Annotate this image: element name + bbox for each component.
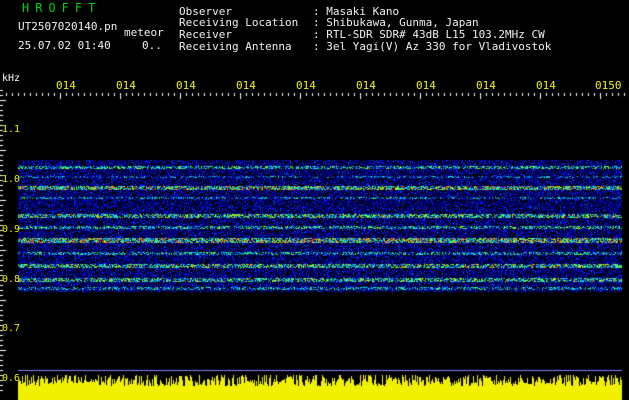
time-tick-label: 0150 (595, 79, 622, 92)
time-tick-label: 014 (56, 79, 76, 92)
time-tick-label: 014 (416, 79, 436, 92)
time-tick-label: 014 (236, 79, 256, 92)
spectrogram-window: HROFFT UT2507020140.pn meteor 25.07.02 0… (0, 0, 629, 400)
time-tick-label: 014 (356, 79, 376, 92)
file-name: UT2507020140.pn (18, 20, 118, 33)
freq-unit-label: kHz (2, 73, 21, 84)
date-time: 25.07.02 01:40 (18, 39, 111, 52)
freq-tick-label: 1.0 (2, 174, 21, 185)
freq-tick-label: 0.6 (2, 373, 21, 384)
time-tick-label: 014 (296, 79, 316, 92)
freq-tick-label: 0.7 (2, 323, 21, 334)
freq-tick-label: 1.1 (2, 124, 21, 135)
info-value-antenna: : 3el Yagi(V) Az 330 for Vladivostok (313, 40, 552, 53)
time-tick-label: 014 (176, 79, 196, 92)
time-tick-label: 014 (476, 79, 496, 92)
time-tick-label: 014 (536, 79, 556, 92)
freq-tick-label: 0.8 (2, 274, 21, 285)
zero-marker: 0.. (142, 39, 162, 52)
freq-tick-label: 0.9 (2, 224, 21, 235)
app-title: HROFFT (22, 1, 102, 15)
info-label-antenna: Receiving Antenna (179, 40, 292, 53)
meteor-label: meteor (124, 26, 164, 39)
spectrogram-plot (0, 0, 629, 400)
time-tick-label: 014 (116, 79, 136, 92)
